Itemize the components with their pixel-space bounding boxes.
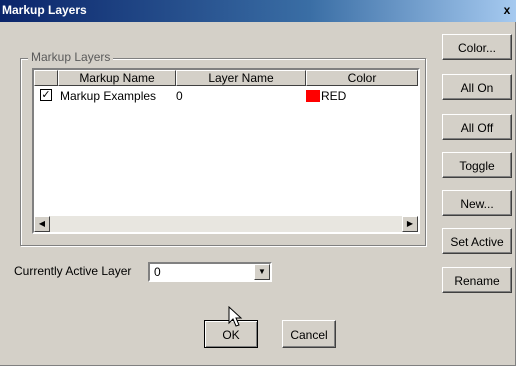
- row-layer-name: 0: [176, 89, 183, 103]
- color-swatch: [306, 90, 320, 102]
- group-label: Markup Layers: [28, 50, 114, 64]
- header-color[interactable]: Color: [306, 70, 418, 86]
- active-layer-label: Currently Active Layer: [14, 264, 132, 278]
- all-on-button[interactable]: All On: [442, 74, 512, 100]
- list-header: Markup Name Layer Name Color: [34, 70, 418, 86]
- header-check-column[interactable]: [34, 70, 58, 86]
- scroll-left-icon[interactable]: ◀: [34, 216, 50, 232]
- markup-layers-dialog: Markup Layers x Markup Layers Markup Nam…: [0, 0, 516, 366]
- chevron-down-icon[interactable]: ▼: [254, 264, 270, 280]
- close-icon[interactable]: x: [500, 3, 514, 17]
- mouse-cursor-icon: [228, 306, 243, 327]
- cancel-button[interactable]: Cancel: [282, 320, 336, 348]
- set-active-button[interactable]: Set Active: [442, 228, 512, 254]
- new-layer-button[interactable]: New...: [442, 190, 512, 216]
- all-off-button[interactable]: All Off: [442, 114, 512, 140]
- title-bar[interactable]: Markup Layers x: [0, 0, 516, 22]
- table-row[interactable]: ✓ Markup Examples 0 RED: [34, 88, 418, 104]
- horizontal-scrollbar[interactable]: ◀ ▶: [34, 216, 418, 232]
- toggle-button[interactable]: Toggle: [442, 152, 512, 178]
- row-markup-name: Markup Examples: [60, 89, 157, 103]
- header-layer-name[interactable]: Layer Name: [176, 70, 306, 86]
- active-layer-value: 0: [154, 265, 161, 279]
- scroll-track[interactable]: [50, 216, 402, 232]
- layers-list[interactable]: Markup Name Layer Name Color ✓ Markup Ex…: [32, 68, 420, 234]
- color-button[interactable]: Color...: [442, 34, 512, 60]
- row-visibility-checkbox[interactable]: ✓: [40, 89, 52, 101]
- header-markup-name[interactable]: Markup Name: [58, 70, 176, 86]
- rename-button[interactable]: Rename: [442, 267, 512, 293]
- active-layer-select[interactable]: 0 ▼: [148, 262, 272, 282]
- scroll-right-icon[interactable]: ▶: [402, 216, 418, 232]
- row-color-name: RED: [321, 89, 347, 103]
- window-title: Markup Layers: [2, 3, 87, 17]
